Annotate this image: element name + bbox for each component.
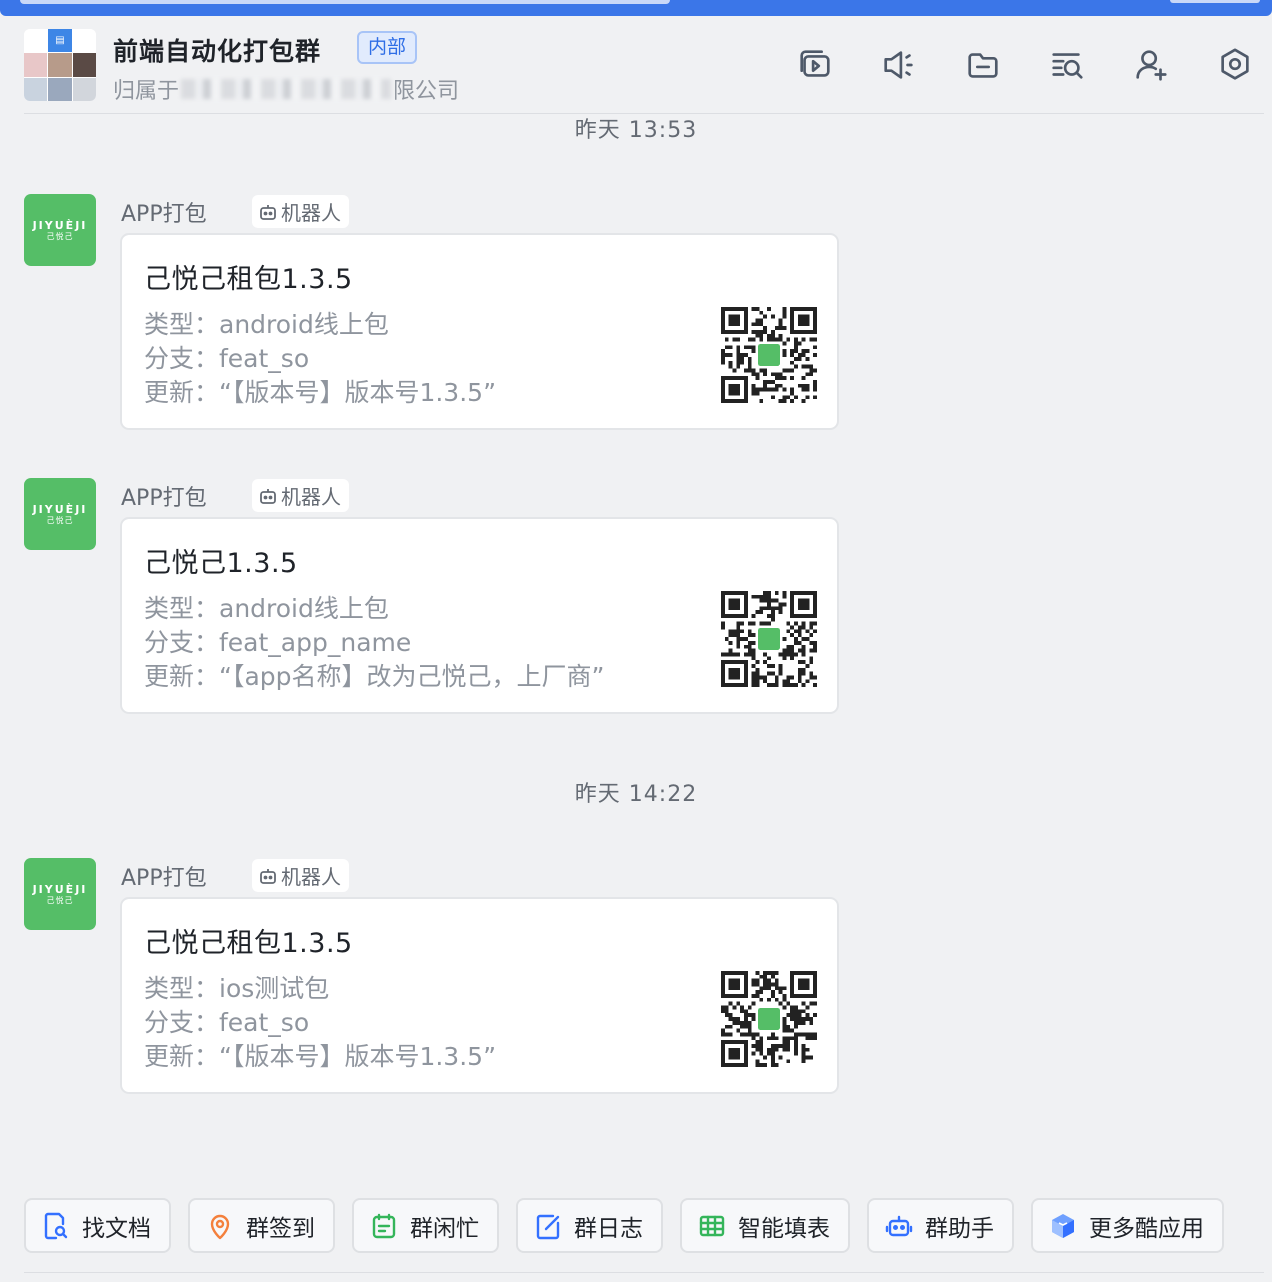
avatar-logo-text: JIYUÈJI bbox=[32, 882, 88, 896]
sender-name[interactable]: APP打包 bbox=[121, 480, 207, 512]
internal-tag: 内部 bbox=[357, 31, 418, 64]
card-update-line: 更新：“【版本号】版本号1.3.5” bbox=[144, 1042, 497, 1071]
window-top-bar bbox=[0, 0, 1272, 16]
bot-label: 机器人 bbox=[281, 485, 341, 509]
timestamp: 昨天 14:22 bbox=[574, 782, 698, 807]
add-member-icon[interactable] bbox=[1132, 46, 1170, 84]
location-pin-icon bbox=[210, 1214, 230, 1239]
avatar-logo-text: JIYUÈJI bbox=[32, 502, 88, 516]
robot-icon bbox=[260, 204, 276, 220]
chat-header: ▤ 前端自动化打包群 内部 归属于 限公司 bbox=[0, 16, 1272, 114]
robot-icon bbox=[885, 1215, 913, 1236]
message-card[interactable]: 己悦己租包1.3.5 类型：ios测试包 分支：feat_so 更新：“【版本号… bbox=[120, 897, 839, 1094]
owner-prefix: 归属于 bbox=[113, 79, 180, 104]
card-type-line: 类型：android线上包 bbox=[144, 310, 389, 339]
group-title: 前端自动化打包群 bbox=[113, 37, 322, 66]
avatar-logo-sub: 己悦己 bbox=[46, 231, 74, 241]
card-title: 己悦己租包1.3.5 bbox=[144, 264, 353, 295]
bot-tag: 机器人 bbox=[252, 479, 349, 512]
card-update-line: 更新：“【版本号】版本号1.3.5” bbox=[144, 378, 497, 407]
bot-avatar[interactable]: JIYUÈJI 己悦己 bbox=[24, 478, 96, 550]
app-label: 群助手 bbox=[925, 1215, 994, 1242]
app-label: 找文档 bbox=[82, 1215, 151, 1242]
bottom-divider bbox=[24, 1272, 1264, 1273]
card-branch-line: 分支：feat_so bbox=[144, 344, 310, 373]
robot-icon bbox=[260, 868, 276, 884]
qr-code[interactable] bbox=[721, 591, 817, 687]
app-label: 更多酷应用 bbox=[1089, 1215, 1204, 1242]
more-apps-button[interactable]: 更多酷应用 bbox=[1031, 1198, 1224, 1253]
bot-tag: 机器人 bbox=[252, 195, 349, 228]
card-type-line: 类型：ios测试包 bbox=[144, 974, 330, 1003]
search-history-icon[interactable] bbox=[1048, 46, 1086, 84]
group-log-button[interactable]: 群日志 bbox=[516, 1198, 663, 1253]
sender-name[interactable]: APP打包 bbox=[121, 196, 207, 228]
find-docs-button[interactable]: 找文档 bbox=[24, 1198, 171, 1253]
group-owner: 归属于 限公司 bbox=[113, 73, 459, 105]
card-title: 己悦己租包1.3.5 bbox=[144, 928, 353, 959]
sender-name[interactable]: APP打包 bbox=[121, 860, 207, 892]
card-update-line: 更新：“【app名称】改为己悦己，上厂商” bbox=[144, 662, 605, 691]
avatar-logo-text: JIYUÈJI bbox=[32, 218, 88, 232]
bot-label: 机器人 bbox=[281, 865, 341, 889]
bot-tag: 机器人 bbox=[252, 859, 349, 892]
avatar-logo-sub: 己悦己 bbox=[46, 895, 74, 905]
app-label: 群日志 bbox=[574, 1215, 643, 1242]
screen-share-icon[interactable] bbox=[796, 46, 834, 84]
card-title: 己悦己1.3.5 bbox=[144, 548, 298, 579]
avatar-logo-sub: 己悦己 bbox=[46, 515, 74, 525]
card-branch-line: 分支：feat_so bbox=[144, 1008, 310, 1037]
settings-icon[interactable] bbox=[1216, 46, 1254, 84]
message-card[interactable]: 己悦己租包1.3.5 类型：android线上包 分支：feat_so 更新：“… bbox=[120, 233, 839, 430]
table-icon bbox=[699, 1215, 725, 1236]
card-type-line: 类型：android线上包 bbox=[144, 594, 389, 623]
redacted-company-name bbox=[181, 79, 392, 99]
app-label: 群闲忙 bbox=[410, 1215, 479, 1242]
folder-icon[interactable] bbox=[964, 46, 1002, 84]
announcement-icon[interactable] bbox=[880, 46, 918, 84]
message-card[interactable]: 己悦己1.3.5 类型：android线上包 分支：feat_app_name … bbox=[120, 517, 839, 714]
cube-apps-icon bbox=[1052, 1213, 1074, 1238]
group-availability-button[interactable]: 群闲忙 bbox=[352, 1198, 499, 1253]
group-apps-bar: 找文档 群签到 群闲忙 群日志 智能填表 群助手 更多酷应用 bbox=[24, 1198, 1224, 1253]
app-label: 群签到 bbox=[246, 1215, 315, 1242]
calendar-icon bbox=[372, 1213, 396, 1238]
timestamp: 昨天 13:53 bbox=[574, 118, 698, 143]
smart-form-button[interactable]: 智能填表 bbox=[680, 1198, 850, 1253]
qr-code[interactable] bbox=[721, 971, 817, 1067]
group-avatar[interactable]: ▤ bbox=[24, 29, 96, 101]
card-branch-line: 分支：feat_app_name bbox=[144, 628, 412, 657]
bot-label: 机器人 bbox=[281, 201, 341, 225]
bot-avatar[interactable]: JIYUÈJI 己悦己 bbox=[24, 858, 96, 930]
edit-note-icon bbox=[536, 1214, 560, 1239]
group-assistant-button[interactable]: 群助手 bbox=[867, 1198, 1014, 1253]
qr-code[interactable] bbox=[721, 307, 817, 403]
document-search-icon bbox=[44, 1212, 68, 1239]
robot-icon bbox=[260, 488, 276, 504]
group-checkin-button[interactable]: 群签到 bbox=[188, 1198, 335, 1253]
owner-suffix: 限公司 bbox=[393, 79, 460, 104]
bot-avatar[interactable]: JIYUÈJI 己悦己 bbox=[24, 194, 96, 266]
app-label: 智能填表 bbox=[738, 1215, 830, 1242]
